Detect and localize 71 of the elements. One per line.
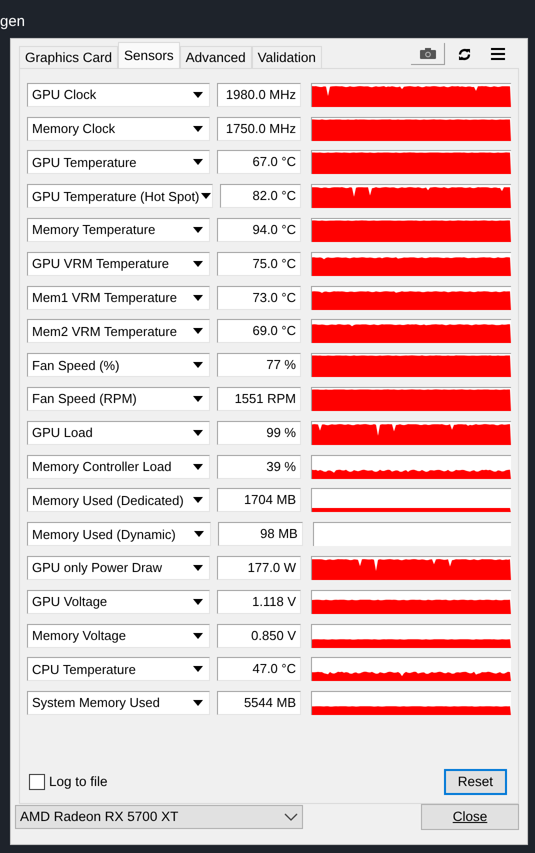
sensor-value: 47.0 °C	[217, 657, 301, 682]
caret-icon[interactable]	[193, 294, 204, 301]
caret-icon[interactable]	[193, 666, 204, 672]
sensor-value: 177.0 W	[217, 556, 301, 580]
caret-icon[interactable]	[193, 565, 204, 572]
sensor-value: 82.0 °C	[220, 184, 301, 208]
menu-icon[interactable]	[491, 48, 505, 60]
sensor-select[interactable]: GPU Load	[27, 420, 210, 445]
chevron-down-icon[interactable]	[284, 813, 298, 821]
caret-icon[interactable]	[193, 632, 204, 639]
sensor-select[interactable]: Mem1 VRM Temperature	[27, 286, 210, 310]
sensor-select[interactable]: System Memory Used	[27, 691, 210, 716]
log-to-file-label: Log to file	[49, 772, 108, 791]
caret-icon[interactable]	[193, 464, 204, 470]
sensor-value: 1750.0 MHz	[217, 116, 301, 141]
caret-icon[interactable]	[193, 598, 204, 605]
caret-icon[interactable]	[193, 92, 204, 98]
log-to-file-checkbox[interactable]	[29, 774, 45, 790]
sensor-value: 39 %	[217, 454, 301, 479]
sensor-select[interactable]: GPU only Power Draw	[27, 556, 210, 580]
background-window-title: gen	[0, 12, 26, 32]
reset-button[interactable]: Reset	[444, 768, 507, 795]
sensor-value: 0.850 V	[217, 624, 301, 648]
caret-icon[interactable]	[193, 260, 204, 267]
sensor-select[interactable]: Memory Used (Dynamic)	[27, 522, 212, 546]
sensor-select[interactable]: Mem2 VRM Temperature	[27, 319, 210, 344]
sensor-value: 77 %	[217, 353, 301, 378]
device-select[interactable]: AMD Radeon RX 5700 XT	[15, 805, 303, 829]
sensor-select[interactable]: Memory Temperature	[27, 218, 210, 242]
caret-icon[interactable]	[193, 126, 204, 132]
caret-icon[interactable]	[193, 227, 204, 234]
sensor-value: 67.0 °C	[217, 150, 301, 174]
sensor-select[interactable]: GPU Clock	[27, 82, 210, 107]
caret-icon[interactable]	[193, 328, 204, 334]
sensor-value: 98 MB	[218, 522, 303, 546]
sensor-select[interactable]: GPU Temperature (Hot Spot)	[27, 184, 213, 208]
sensor-value: 1.118 V	[217, 590, 301, 614]
tab[interactable]: Validation	[252, 46, 322, 68]
caret-icon[interactable]	[193, 700, 204, 706]
caret-icon[interactable]	[201, 193, 212, 200]
refresh-icon[interactable]	[458, 48, 470, 60]
sensor-select[interactable]: Memory Voltage	[27, 624, 210, 648]
caret-icon[interactable]	[193, 362, 204, 368]
sensor-value: 75.0 °C	[217, 252, 301, 276]
sensor-value: 1551 RPM	[217, 387, 301, 412]
sensor-value: 69.0 °C	[217, 319, 301, 344]
sensor-select[interactable]: Memory Clock	[27, 116, 210, 141]
tab[interactable]: Graphics Card	[19, 46, 118, 68]
sensor-value: 94.0 °C	[217, 218, 301, 242]
sensor-value: 73.0 °C	[217, 286, 301, 310]
caret-icon[interactable]	[194, 531, 204, 538]
caret-icon[interactable]	[193, 159, 204, 166]
sensor-select[interactable]: Fan Speed (%)	[27, 353, 210, 378]
sensor-select[interactable]: Memory Used (Dedicated)	[27, 488, 210, 512]
camera-icon[interactable]	[420, 48, 436, 59]
tab[interactable]: Advanced	[180, 46, 252, 68]
sensor-select[interactable]: Memory Controller Load	[27, 454, 210, 479]
sensor-select[interactable]: Fan Speed (RPM)	[27, 387, 210, 412]
sensor-value: 99 %	[217, 420, 301, 445]
sensor-value: 1980.0 MHz	[217, 82, 301, 107]
sensor-select[interactable]: GPU Temperature	[27, 150, 210, 174]
caret-icon[interactable]	[193, 396, 204, 402]
sensor-value: 5544 MB	[217, 691, 301, 716]
sensor-value: 1704 MB	[217, 488, 301, 512]
close-button[interactable]: Close	[421, 804, 519, 830]
sensor-select[interactable]: GPU Voltage	[27, 590, 210, 614]
tab[interactable]: Sensors	[118, 42, 180, 68]
sensor-select[interactable]: GPU VRM Temperature	[27, 252, 210, 276]
caret-icon[interactable]	[193, 497, 204, 504]
sensor-select[interactable]: CPU Temperature	[27, 657, 210, 682]
caret-icon[interactable]	[193, 430, 204, 436]
